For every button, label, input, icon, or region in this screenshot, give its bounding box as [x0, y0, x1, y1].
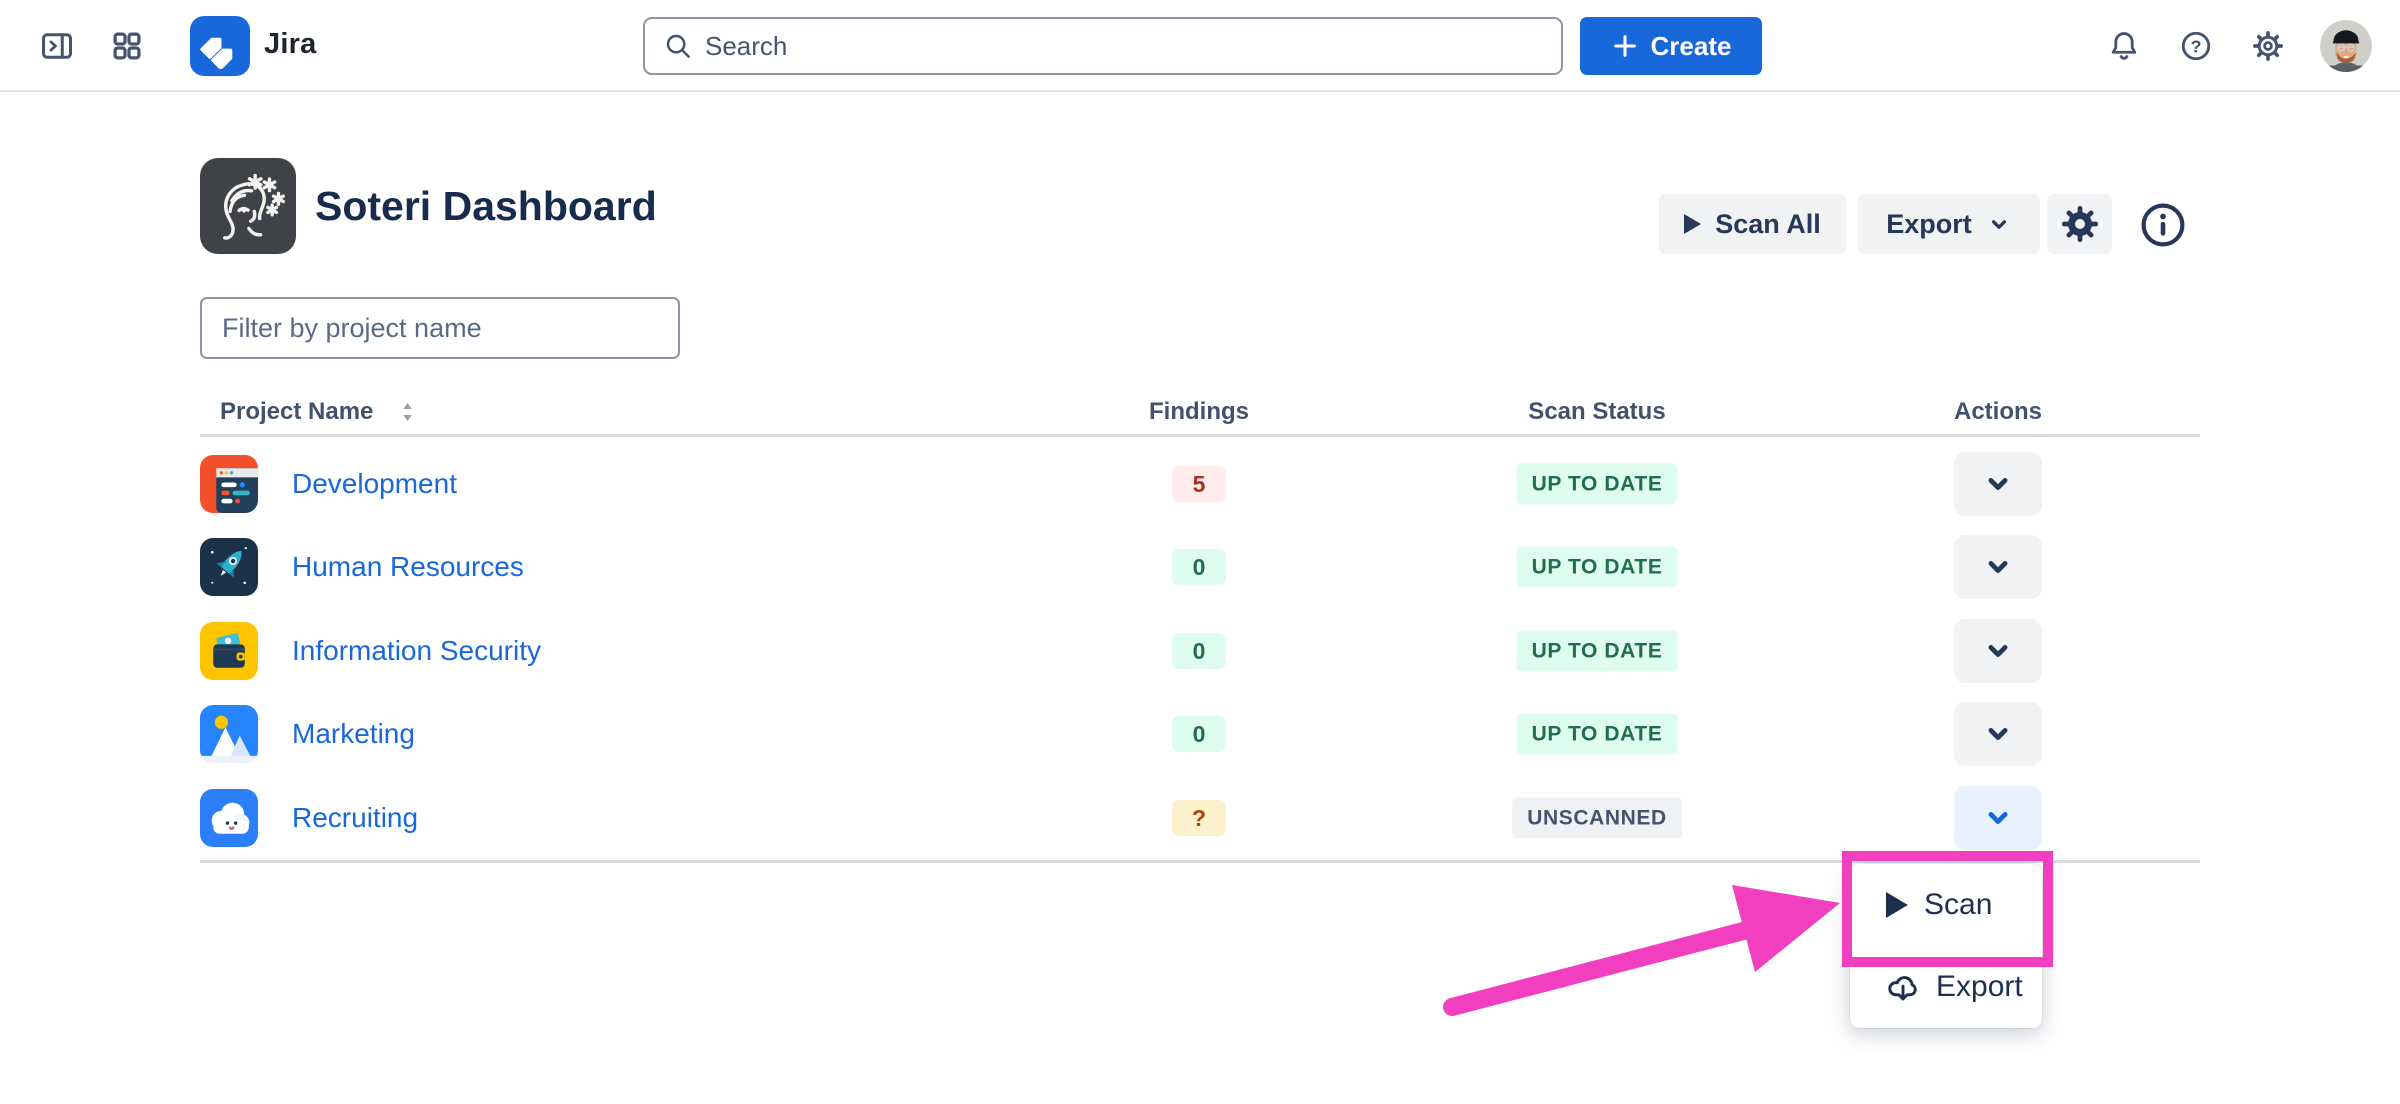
scan-status-badge: UP TO DATE: [1517, 547, 1678, 588]
gear-icon: [2251, 29, 2285, 63]
scan-status-badge: UP TO DATE: [1517, 464, 1678, 505]
project-filter[interactable]: [200, 297, 680, 359]
chevron-down-icon: [1986, 211, 2012, 237]
menu-item-export[interactable]: Export: [1850, 946, 2042, 1028]
table-row-recruiting: Recruiting ? UNSCANNED: [200, 776, 2200, 860]
table-row-information-security: Information Security 0 UP TO DATE: [200, 609, 2200, 693]
project-filter-input[interactable]: [222, 313, 658, 344]
play-icon: [1886, 892, 1908, 918]
search-icon: [663, 31, 693, 61]
scan-status-badge: UP TO DATE: [1517, 714, 1678, 755]
export-label: Export: [1886, 209, 1972, 240]
project-avatar-development: [200, 455, 258, 513]
create-button[interactable]: Create: [1580, 17, 1762, 75]
menu-item-scan[interactable]: Scan: [1850, 864, 2042, 946]
scan-all-button[interactable]: Scan All: [1659, 194, 1846, 254]
project-link[interactable]: Development: [292, 468, 457, 500]
row-actions-button[interactable]: [1954, 619, 2042, 683]
scan-status-badge: UNSCANNED: [1512, 798, 1682, 839]
app-switcher-button[interactable]: [108, 27, 146, 65]
soteri-dashboard-page: Jira Create ?: [0, 0, 2400, 1104]
findings-badge: 0: [1172, 549, 1226, 585]
findings-badge: 0: [1172, 633, 1226, 669]
global-search[interactable]: [643, 17, 1563, 75]
project-link[interactable]: Recruiting: [292, 802, 418, 834]
row-actions-button-open[interactable]: [1954, 786, 2042, 850]
menu-scan-label: Scan: [1924, 888, 1992, 922]
sort-icon[interactable]: [400, 400, 415, 429]
chevron-down-icon: [1981, 467, 2015, 501]
scan-status-badge: UP TO DATE: [1517, 631, 1678, 672]
chevron-down-icon: [1981, 717, 2015, 751]
gear-icon: [2060, 204, 2100, 244]
info-icon: [2138, 200, 2188, 250]
top-navigation-bar: Jira Create ?: [0, 0, 2400, 92]
table-row-marketing: Marketing 0 UP TO DATE: [200, 692, 2200, 776]
sidebar-toggle-icon: [39, 28, 75, 64]
soteri-face-icon: [205, 163, 291, 249]
avatar-photo: [2320, 20, 2372, 72]
findings-badge: ?: [1172, 800, 1226, 836]
project-link[interactable]: Information Security: [292, 635, 541, 667]
menu-export-label: Export: [1936, 970, 2023, 1004]
row-actions-button[interactable]: [1954, 702, 2042, 766]
create-button-label: Create: [1651, 31, 1732, 62]
chevron-down-icon: [1981, 801, 2015, 835]
project-link[interactable]: Marketing: [292, 718, 415, 750]
project-link[interactable]: Human Resources: [292, 551, 524, 583]
help-icon: ?: [2179, 29, 2213, 63]
jira-mark-icon: [197, 23, 243, 69]
project-avatar-human-resources: [200, 538, 258, 596]
dashboard-settings-button[interactable]: [2047, 194, 2112, 254]
info-button[interactable]: [2138, 200, 2188, 250]
row-actions-menu: Scan Export: [1850, 864, 2042, 1028]
table-header: Project Name Findings Scan Status Action…: [200, 392, 2200, 434]
bell-icon: [2107, 29, 2141, 63]
notifications-button[interactable]: [2104, 26, 2144, 66]
column-actions: Actions: [1954, 398, 2042, 426]
search-input[interactable]: [705, 31, 1543, 62]
app-name: Jira: [264, 28, 316, 61]
findings-badge: 5: [1172, 466, 1226, 502]
chevron-down-icon: [1981, 550, 2015, 584]
row-actions-button[interactable]: [1954, 535, 2042, 599]
project-avatar-information-security: [200, 622, 258, 680]
settings-button[interactable]: [2248, 26, 2288, 66]
play-icon: [1684, 214, 1701, 234]
sidebar-toggle-button[interactable]: [38, 27, 76, 65]
project-avatar-marketing: [200, 705, 258, 763]
row-actions-button[interactable]: [1954, 452, 2042, 516]
column-project-name[interactable]: Project Name: [220, 398, 373, 426]
help-button[interactable]: ?: [2176, 26, 2216, 66]
jira-logo[interactable]: [190, 16, 250, 76]
table-row-development: Development 5 UP TO DATE: [200, 442, 2200, 526]
findings-badge: 0: [1172, 716, 1226, 752]
user-avatar[interactable]: [2320, 20, 2372, 72]
page-title: Soteri Dashboard: [315, 183, 657, 230]
project-avatar-recruiting: [200, 789, 258, 847]
table-row-human-resources: Human Resources 0 UP TO DATE: [200, 525, 2200, 609]
export-dropdown-button[interactable]: Export: [1858, 194, 2040, 254]
app-switcher-icon: [110, 29, 144, 63]
scan-all-label: Scan All: [1715, 209, 1821, 240]
cloud-download-icon: [1886, 970, 1920, 1004]
column-findings: Findings: [1149, 398, 1249, 426]
header-divider: [200, 434, 2200, 437]
column-scan-status: Scan Status: [1528, 398, 1665, 426]
chevron-down-icon: [1981, 634, 2015, 668]
svg-text:?: ?: [2191, 37, 2202, 57]
table-bottom-divider: [200, 860, 2200, 863]
plus-icon: [1611, 32, 1639, 60]
soteri-app-logo: [200, 158, 296, 254]
